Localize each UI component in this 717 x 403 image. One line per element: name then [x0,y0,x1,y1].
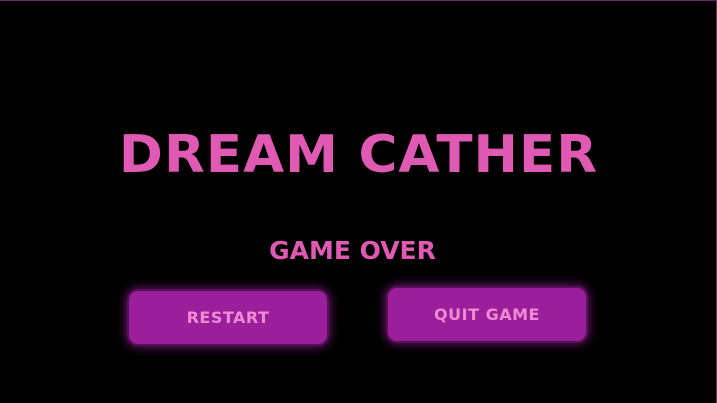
quit-game-button[interactable]: QUIT GAME [388,288,586,341]
game-over-label: GAME OVER [269,236,436,265]
restart-button[interactable]: RESTART [129,291,327,344]
game-title: DREAM CATHER [118,125,599,185]
quit-game-button-label: QUIT GAME [434,305,540,324]
game-over-screen: DREAM CATHER GAME OVER RESTART QUIT GAME [0,0,717,403]
restart-button-label: RESTART [186,308,270,327]
